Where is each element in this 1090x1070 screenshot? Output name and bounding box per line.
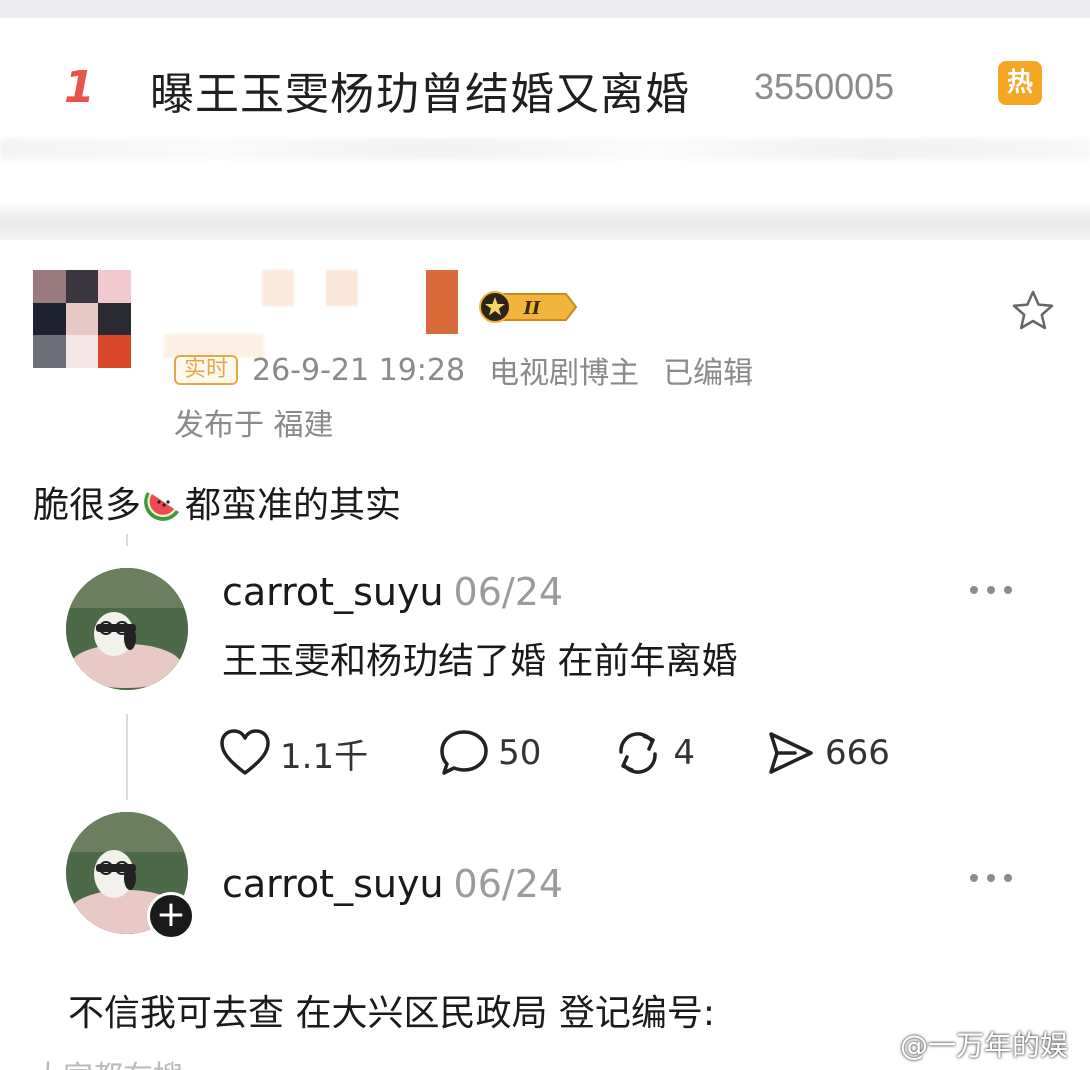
comment-button[interactable]: 50	[438, 728, 541, 778]
post-text-part: 脆很多	[33, 485, 142, 526]
share-button[interactable]: 666	[765, 728, 890, 778]
live-tag: 实时	[174, 355, 239, 385]
svg-text:II: II	[523, 298, 541, 319]
like-count: 1.1千	[280, 736, 369, 777]
author-avatar[interactable]	[33, 270, 131, 368]
more-options-icon[interactable]	[970, 870, 1012, 886]
section-divider	[0, 202, 1090, 240]
vip-badge-icon[interactable]: II	[478, 290, 578, 324]
comment-count: 50	[498, 733, 542, 773]
hot-search-count: 3550005	[754, 66, 895, 107]
hot-search-rank: 1	[64, 62, 95, 113]
watermark: @一万年的娱	[862, 1024, 1068, 1064]
reply-date: 06/24	[453, 862, 564, 906]
hot-search-item[interactable]: 1 曝王玉雯杨玏曾结婚又离婚 3550005 热	[0, 18, 1090, 158]
more-options-icon[interactable]	[970, 582, 1012, 598]
post-location: 发布于 福建	[174, 408, 334, 443]
follow-plus-icon[interactable]: +	[147, 892, 195, 940]
share-count: 666	[824, 733, 890, 773]
reply-date: 06/24	[453, 570, 564, 614]
reply-username[interactable]: carrot_suyu	[222, 862, 444, 906]
post-text-part: 都蛮准的其实	[185, 485, 402, 526]
reply-avatar[interactable]	[66, 568, 188, 690]
reply-text: 王玉雯和杨玏结了婚 在前年离婚	[222, 641, 738, 682]
weibo-logo-icon	[862, 1032, 894, 1057]
watermelon-icon	[143, 482, 183, 522]
reply-actions: 1.1千 50 4 666	[218, 728, 960, 778]
hot-badge: 热	[998, 61, 1042, 105]
share-icon	[769, 732, 813, 774]
favorite-star-icon[interactable]	[1010, 288, 1056, 334]
watermark-text: @一万年的娱	[900, 1029, 1069, 1062]
author-name-blurred	[426, 270, 458, 334]
thread-line	[126, 534, 128, 546]
comment-icon	[440, 730, 488, 775]
reply-text: 不信我可去查 在大兴区民政局 登记编号:	[68, 993, 716, 1034]
author-name-blurred	[326, 270, 358, 306]
reply-username-line: carrot_suyu 06/24	[222, 570, 563, 614]
edited-label[interactable]: 已编辑	[663, 348, 753, 392]
hot-search-title[interactable]: 曝王玉雯杨玏曾结婚又离婚	[150, 58, 690, 122]
author-name-blurred[interactable]	[262, 270, 294, 306]
blurred-content	[0, 138, 1090, 160]
cutoff-text: 大家都在搜	[33, 1052, 183, 1070]
thread-line	[126, 714, 128, 800]
repost-icon	[619, 732, 658, 774]
reply-username-line: carrot_suyu 06/24	[222, 862, 563, 906]
author-role: 电视剧博主	[489, 356, 640, 391]
post-meta: 实时 26-9-21 19:28 电视剧博主 已编辑	[174, 348, 753, 392]
heart-icon	[220, 729, 270, 775]
post-body: 脆很多 都蛮准的其实	[33, 476, 401, 528]
repost-count: 4	[673, 733, 695, 773]
top-strip	[0, 0, 1090, 18]
reply-username[interactable]: carrot_suyu	[222, 570, 444, 614]
like-button[interactable]: 1.1千	[218, 728, 368, 778]
post-datetime: 26-9-21 19:28	[252, 352, 466, 388]
repost-button[interactable]: 4	[611, 728, 695, 778]
